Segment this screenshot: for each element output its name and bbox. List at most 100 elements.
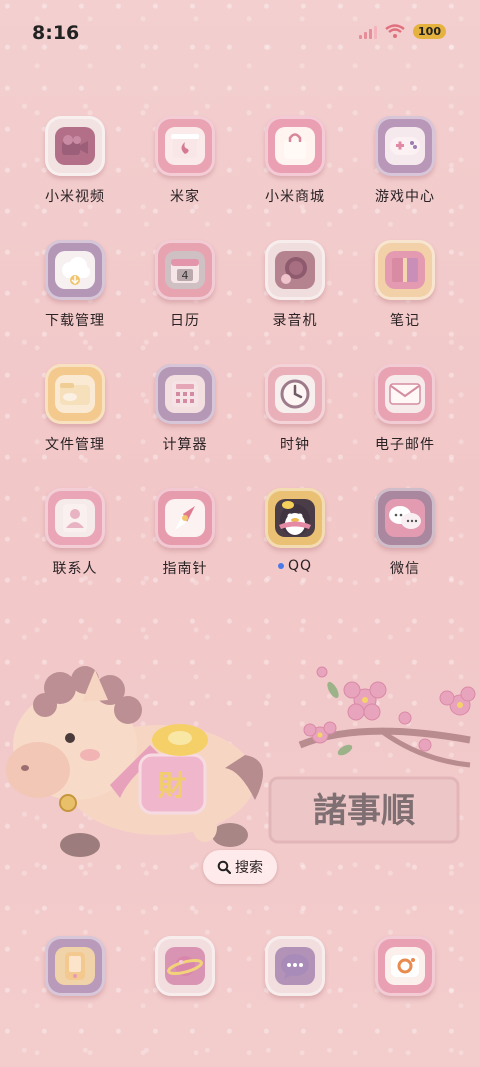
app-grid: 小米视频 米家 小米商城 游戏中心下载管理 4 日历 录音机 笔记文件管理 计算器 时钟 电子邮件联… [20,116,460,612]
app-icon-tile[interactable] [265,936,325,996]
status-icons: 100 [359,24,446,39]
battery-indicator: 100 [413,24,446,39]
app-label: 录音机 [273,310,318,330]
calendar-icon: 4 [165,251,205,289]
app-label-text: QQ [287,558,313,574]
app-label: 米家 [170,186,200,206]
app-compass[interactable]: 指南针 [130,488,240,578]
app-label: 计算器 [163,434,208,454]
app-label-text: 米家 [170,189,200,205]
app-message-bubble[interactable] [240,936,350,996]
envelope-icon [385,375,425,413]
app-magnifier-recorder[interactable]: 录音机 [240,240,350,330]
app-label-text: 下载管理 [45,313,105,329]
app-label: QQ [277,558,313,574]
banner-text: 諸事順 [313,791,415,831]
app-icon-tile[interactable] [155,116,215,176]
app-icon-tile[interactable] [265,116,325,176]
app-icon-tile[interactable] [155,364,215,424]
app-icon-tile[interactable] [265,364,325,424]
app-icon-tile[interactable] [155,936,215,996]
app-icon-tile[interactable] [45,364,105,424]
app-label: 小米商城 [265,186,325,206]
app-label: 游戏中心 [375,186,435,206]
app-label-text: 时钟 [280,437,310,453]
app-label: 小米视频 [45,186,105,206]
app-label-text: 文件管理 [45,437,105,453]
shopping-bag-icon [275,127,315,165]
penguin-icon [275,499,315,537]
dock [20,936,460,996]
wifi-icon [385,24,405,38]
app-icon-tile[interactable] [375,240,435,300]
signal-icon [359,25,378,39]
app-calendar[interactable]: 4 日历 [130,240,240,330]
app-icon-tile[interactable] [375,116,435,176]
clock-icon [275,375,315,413]
app-clock[interactable]: 时钟 [240,364,350,454]
video-camera-icon [55,127,95,165]
home-fireplace-icon [165,127,205,165]
app-shopping-bag[interactable]: 小米商城 [240,116,350,206]
saddle-text: 財 [158,769,186,802]
app-penguin[interactable]: QQ [240,488,350,578]
app-icon-tile[interactable] [45,488,105,548]
phone-icon [55,947,95,985]
app-notebook[interactable]: 笔记 [350,240,460,330]
app-icon-tile[interactable] [155,488,215,548]
compass-icon [165,499,205,537]
app-cloud-download[interactable]: 下载管理 [20,240,130,330]
app-label-text: 录音机 [272,313,318,329]
app-label: 联系人 [53,558,98,578]
app-icon-tile[interactable] [45,116,105,176]
search-button[interactable]: 搜索 [203,850,277,884]
status-time: 8:16 [32,22,80,44]
chat-bubbles-icon [385,499,425,537]
app-label: 下载管理 [45,310,105,330]
app-icon-tile[interactable] [375,936,435,996]
contact-person-icon [55,499,95,537]
app-icon-tile[interactable] [45,240,105,300]
gamepad-icon [385,127,425,165]
svg-text:4: 4 [182,269,189,282]
message-bubble-icon [275,947,315,985]
app-icon-tile[interactable] [45,936,105,996]
app-video-camera[interactable]: 小米视频 [20,116,130,206]
app-label-text: 笔记 [390,313,420,329]
app-label: 电子邮件 [375,434,435,454]
app-home-fireplace[interactable]: 米家 [130,116,240,206]
app-label-text: 游戏中心 [375,189,435,205]
app-gamepad[interactable]: 游戏中心 [350,116,460,206]
notification-dot [277,563,284,569]
app-chat-bubbles[interactable]: 微信 [350,488,460,578]
app-label-text: 计算器 [162,437,208,453]
app-camera[interactable] [350,936,460,996]
app-label-text: 微信 [390,561,420,577]
camera-icon [385,947,425,985]
app-row: 下载管理 4 日历 录音机 笔记 [20,240,460,330]
calculator-icon [165,375,205,413]
magnifier-recorder-icon [275,251,315,289]
app-calculator[interactable]: 计算器 [130,364,240,454]
app-label-text: 电子邮件 [375,437,435,453]
app-icon-tile[interactable]: 4 [155,240,215,300]
app-label: 文件管理 [45,434,105,454]
app-label-text: 联系人 [52,561,98,577]
app-icon-tile[interactable] [265,240,325,300]
app-planet-browser[interactable] [130,936,240,996]
app-envelope[interactable]: 电子邮件 [350,364,460,454]
app-label: 时钟 [280,434,310,454]
app-icon-tile[interactable] [375,488,435,548]
app-label-text: 日历 [170,313,200,329]
app-icon-tile[interactable] [375,364,435,424]
app-icon-tile[interactable] [265,488,325,548]
app-row: 小米视频 米家 小米商城 游戏中心 [20,116,460,206]
app-phone[interactable] [20,936,130,996]
app-label: 日历 [170,310,200,330]
app-contact-person[interactable]: 联系人 [20,488,130,578]
cloud-download-icon [55,251,95,289]
app-folder[interactable]: 文件管理 [20,364,130,454]
search-label: 搜索 [235,860,263,876]
app-label-text: 指南针 [162,561,208,577]
app-label-text: 小米视频 [45,189,105,205]
